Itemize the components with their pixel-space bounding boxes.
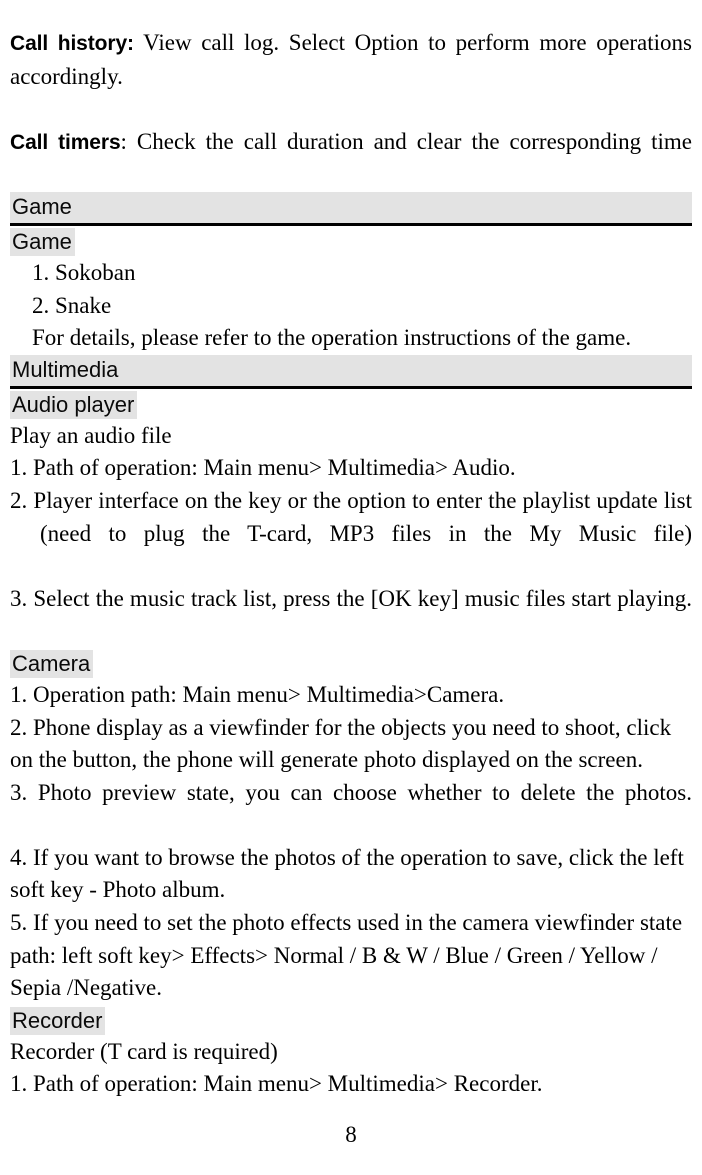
subsection-heading-audio-player: Audio player [10, 389, 692, 420]
call-timers-label: Call timers [10, 130, 121, 154]
page-number: 8 [345, 1122, 357, 1147]
subsection-heading-recorder-label: Recorder [10, 1006, 106, 1035]
recorder-step-1: 1. Path of operation: Main menu> Multime… [10, 1071, 543, 1097]
paragraph-call-history: Call history: View call log. Select Opti… [10, 27, 692, 126]
subsection-heading-game-label: Game [10, 227, 75, 256]
subsection-heading-game: Game [10, 226, 692, 257]
subsection-heading-audio-player-label: Audio player [10, 390, 138, 419]
paragraph-call-timers: Call timers: Check the call duration and… [10, 126, 692, 192]
subsection-heading-camera-label: Camera [10, 649, 94, 678]
page-content: Call history: View call log. Select Opti… [10, 27, 692, 1101]
game-item-2: 2. Snake [32, 292, 112, 318]
call-timers-text: : Check the call duration and clear the … [120, 128, 693, 154]
camera-step-2: 2. Phone display as a viewfinder for the… [10, 714, 672, 773]
document-page: Call history: View call log. Select Opti… [0, 0, 702, 1175]
audio-step-2: 2. Player interface on the key or the op… [10, 487, 692, 546]
game-note: For details, please refer to the operati… [32, 325, 632, 351]
audio-intro: Play an audio file [10, 422, 172, 448]
section-bar-game: Game [10, 191, 692, 226]
camera-step-4: 4. If you want to browse the photos of t… [10, 844, 684, 903]
audio-step-1: 1. Path of operation: Main menu> Multime… [10, 455, 516, 481]
section-bar-multimedia: Multimedia [10, 354, 692, 389]
game-item-1: 1. Sokoban [32, 259, 136, 285]
camera-step-5: 5. If you need to set the photo effects … [10, 910, 683, 1001]
audio-step-3: 3. Select the music track list, press th… [10, 585, 692, 611]
subsection-heading-recorder: Recorder [10, 1005, 692, 1036]
camera-step-3: 3. Photo preview state, you can choose w… [10, 779, 692, 805]
camera-step-1: 1. Operation path: Main menu> Multimedia… [10, 681, 505, 707]
call-history-label: Call history: [10, 32, 134, 55]
subsection-heading-camera: Camera [10, 648, 692, 679]
recorder-intro: Recorder (T card is required) [10, 1038, 278, 1064]
